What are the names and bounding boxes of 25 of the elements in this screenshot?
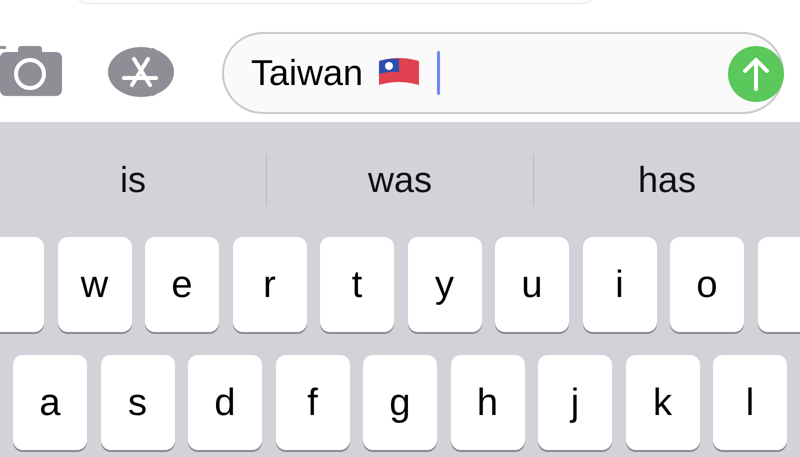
key-button[interactable]: s [100,355,174,450]
key-button[interactable]: d [188,355,262,450]
suggestion-button[interactable]: has [534,152,800,206]
key-button[interactable]: t [320,237,394,332]
key-button[interactable] [758,237,800,332]
key-button[interactable]: e [145,237,219,332]
key-button[interactable]: i [582,237,656,332]
key-button[interactable]: g [363,355,437,450]
key-button[interactable]: h [450,355,524,450]
up-arrow-icon [742,57,770,91]
key-button[interactable]: k [626,355,700,450]
key-button[interactable]: j [538,355,612,450]
key-button[interactable]: l [713,355,787,450]
key-button[interactable]: u [495,237,569,332]
key-button[interactable]: y [408,237,482,332]
send-button[interactable] [728,46,784,102]
key-button[interactable]: w [58,237,132,332]
suggestion-button[interactable]: is [0,152,266,206]
key-button[interactable]: a [13,355,87,450]
key-button[interactable]: r [232,237,306,332]
suggestion-button[interactable]: was [267,152,533,206]
key-button[interactable]: f [276,355,350,450]
message-field[interactable]: Taiwan [222,32,784,114]
key-button[interactable]: o [670,237,744,332]
text-cursor [437,51,440,95]
